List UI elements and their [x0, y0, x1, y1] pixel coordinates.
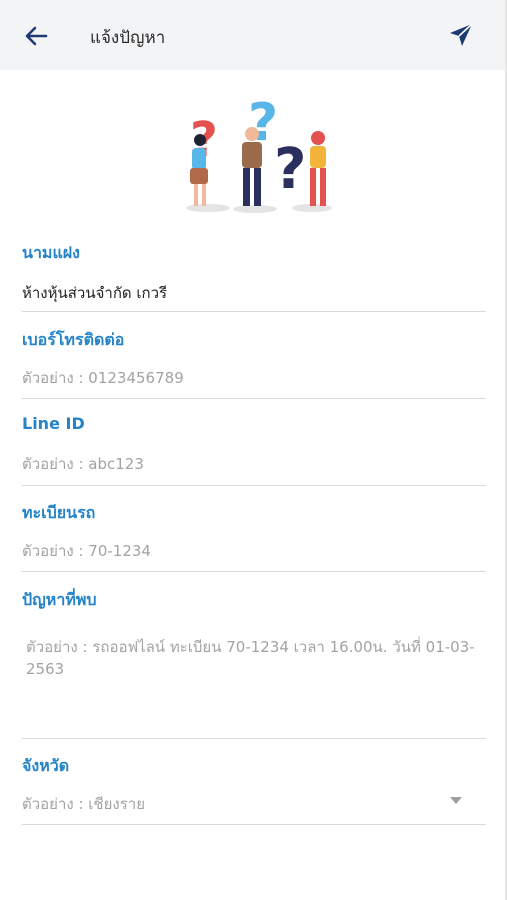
problem-textarea[interactable]: [22, 636, 494, 726]
question-people-illustration: ? ? ?: [186, 96, 332, 213]
problem-label: ปัญหาที่พบ: [22, 590, 97, 609]
chevron-down-icon[interactable]: [450, 797, 462, 804]
line-id-input[interactable]: [22, 449, 486, 479]
divider: [22, 311, 486, 312]
line-id-label: Line ID: [22, 414, 85, 433]
arrow-left-icon[interactable]: [22, 22, 50, 50]
send-icon[interactable]: [448, 22, 474, 48]
shop-name-label: นามแฝง: [22, 243, 80, 262]
page-title: แจ้งปัญหา: [90, 28, 166, 48]
divider: [22, 738, 486, 739]
phone-input[interactable]: [22, 363, 486, 393]
shop-name-value[interactable]: ห้างหุ้นส่วนจำกัด เกวรี: [22, 281, 167, 305]
divider: [22, 398, 486, 399]
svg-text:?: ?: [274, 137, 306, 202]
app-bar: แจ้งปัญหา: [0, 0, 507, 70]
province-select[interactable]: [22, 789, 442, 819]
divider: [22, 571, 486, 572]
divider: [22, 485, 486, 486]
plate-input[interactable]: [22, 536, 486, 566]
province-label: จังหวัด: [22, 756, 70, 775]
plate-label: ทะเบียนรถ: [22, 503, 96, 522]
divider: [22, 824, 486, 825]
phone-label: เบอร์โทรติดต่อ: [22, 330, 125, 349]
